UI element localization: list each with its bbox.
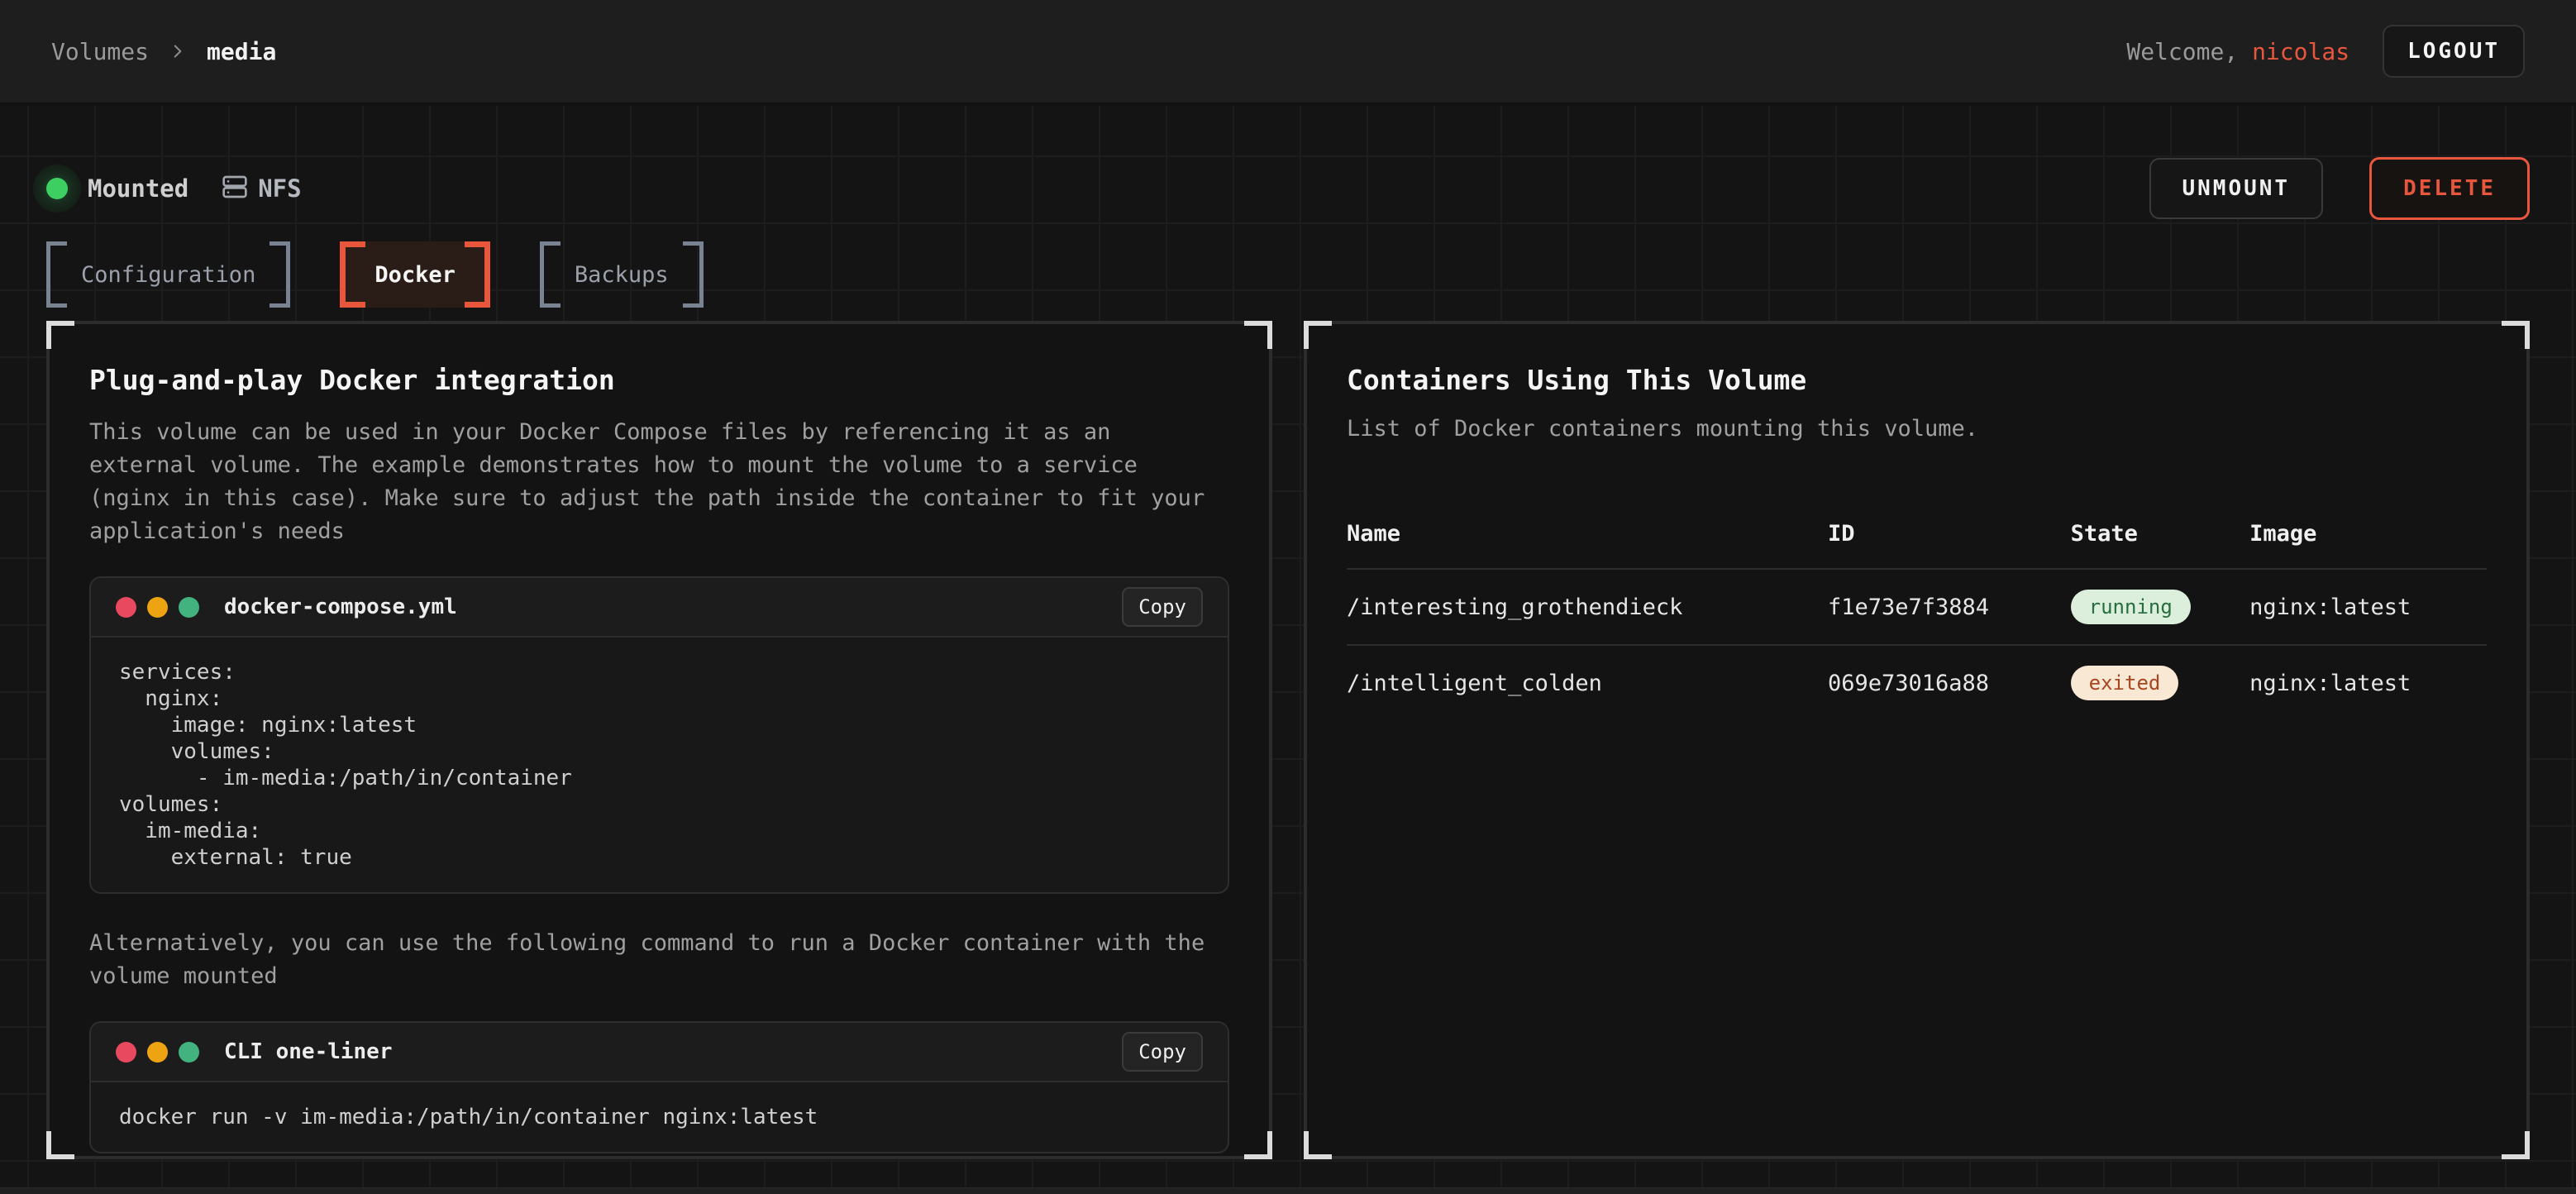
code-block-header: CLI one-liner Copy bbox=[91, 1023, 1228, 1082]
window-dot-red-icon bbox=[116, 1042, 136, 1063]
panel-subtitle: List of Docker containers mounting this … bbox=[1347, 416, 2487, 442]
containers-table: Name ID State Image /interesting_grothen… bbox=[1347, 521, 2487, 720]
footer-strip bbox=[0, 1187, 2576, 1194]
volume-actions: UNMOUNT DELETE bbox=[2149, 157, 2531, 220]
cli-intro-text: Alternatively, you can use the following… bbox=[89, 927, 1229, 993]
container-name: /intelligent_colden bbox=[1347, 645, 1828, 720]
container-id: 069e73016a88 bbox=[1828, 645, 2071, 720]
panel-corner-bracket bbox=[1244, 321, 1272, 349]
mounted-status-dot-icon bbox=[46, 178, 68, 199]
compose-code-block: docker-compose.yml Copy services: nginx:… bbox=[89, 576, 1229, 894]
tab-bar: Configuration Docker Backups bbox=[46, 241, 2530, 308]
column-header-state: State bbox=[2071, 521, 2250, 569]
username: nicolas bbox=[2252, 38, 2349, 65]
status-row: Mounted NFS UNMOUNT DELETE bbox=[46, 157, 2530, 220]
table-row: /interesting_grothendieck f1e73e7f3884 r… bbox=[1347, 569, 2487, 645]
unmount-button[interactable]: UNMOUNT bbox=[2149, 158, 2324, 219]
window-dot-green-icon bbox=[179, 1042, 199, 1063]
window-dot-amber-icon bbox=[147, 1042, 168, 1063]
code-block-header: docker-compose.yml Copy bbox=[91, 578, 1228, 638]
panel-corner-bracket bbox=[1244, 1131, 1272, 1159]
container-image: nginx:latest bbox=[2249, 645, 2487, 720]
window-dot-green-icon bbox=[179, 597, 199, 618]
container-image: nginx:latest bbox=[2249, 569, 2487, 645]
topbar: Volumes media Welcome, nicolas LOGOUT bbox=[0, 0, 2576, 104]
welcome-text: Welcome, nicolas bbox=[2126, 38, 2349, 65]
welcome-prefix: Welcome, bbox=[2126, 38, 2238, 65]
panel-title: Containers Using This Volume bbox=[1347, 364, 2487, 396]
panel-corner-bracket bbox=[1304, 321, 1332, 349]
copy-button[interactable]: Copy bbox=[1122, 587, 1203, 627]
table-row: /intelligent_colden 069e73016a88 exited … bbox=[1347, 645, 2487, 720]
panel-corner-bracket bbox=[46, 321, 74, 349]
window-dots bbox=[116, 597, 199, 618]
state-badge: running bbox=[2071, 590, 2191, 624]
mounted-status-label: Mounted bbox=[88, 174, 188, 203]
column-header-name: Name bbox=[1347, 521, 1828, 569]
column-header-image: Image bbox=[2249, 521, 2487, 569]
window-dot-red-icon bbox=[116, 597, 136, 618]
window-dot-amber-icon bbox=[147, 597, 168, 618]
panel-corner-bracket bbox=[46, 1131, 74, 1159]
tab-backups[interactable]: Backups bbox=[540, 241, 704, 308]
tab-configuration[interactable]: Configuration bbox=[46, 241, 290, 308]
table-header-row: Name ID State Image bbox=[1347, 521, 2487, 569]
main-content: Mounted NFS UNMOUNT DELETE Configuration… bbox=[0, 106, 2576, 1187]
volume-status: Mounted NFS bbox=[46, 174, 302, 203]
topbar-right: Welcome, nicolas LOGOUT bbox=[2126, 25, 2525, 78]
code-filename: CLI one-liner bbox=[224, 1039, 393, 1064]
cli-code: docker run -v im-media:/path/in/containe… bbox=[91, 1082, 1228, 1152]
containers-panel: Containers Using This Volume List of Doc… bbox=[1304, 321, 2530, 1159]
panel-description: This volume can be used in your Docker C… bbox=[89, 416, 1229, 548]
state-badge: exited bbox=[2071, 666, 2179, 700]
compose-code: services: nginx: image: nginx:latest vol… bbox=[91, 638, 1228, 892]
driver-info: NFS bbox=[222, 174, 301, 203]
code-filename: docker-compose.yml bbox=[224, 595, 457, 619]
panel-corner-bracket bbox=[1304, 1131, 1332, 1159]
container-name: /interesting_grothendieck bbox=[1347, 569, 1828, 645]
panel-title: Plug-and-play Docker integration bbox=[89, 364, 1229, 396]
breadcrumb-current-page: media bbox=[207, 38, 276, 65]
breadcrumb: Volumes media bbox=[51, 38, 276, 65]
container-id: f1e73e7f3884 bbox=[1828, 569, 2071, 645]
copy-button[interactable]: Copy bbox=[1122, 1032, 1203, 1072]
driver-label: NFS bbox=[258, 174, 301, 203]
chevron-right-icon bbox=[167, 41, 188, 62]
panel-corner-bracket bbox=[2502, 321, 2530, 349]
column-header-id: ID bbox=[1828, 521, 2071, 569]
window-dots bbox=[116, 1042, 199, 1063]
breadcrumb-volumes-link[interactable]: Volumes bbox=[51, 38, 149, 65]
panel-corner-bracket bbox=[2502, 1131, 2530, 1159]
delete-button[interactable]: DELETE bbox=[2369, 157, 2530, 220]
logout-button[interactable]: LOGOUT bbox=[2383, 25, 2525, 78]
cli-code-block: CLI one-liner Copy docker run -v im-medi… bbox=[89, 1021, 1229, 1153]
panels-row: Plug-and-play Docker integration This vo… bbox=[46, 321, 2530, 1159]
server-icon bbox=[222, 174, 248, 203]
docker-integration-panel: Plug-and-play Docker integration This vo… bbox=[46, 321, 1272, 1159]
tab-docker[interactable]: Docker bbox=[340, 241, 490, 308]
